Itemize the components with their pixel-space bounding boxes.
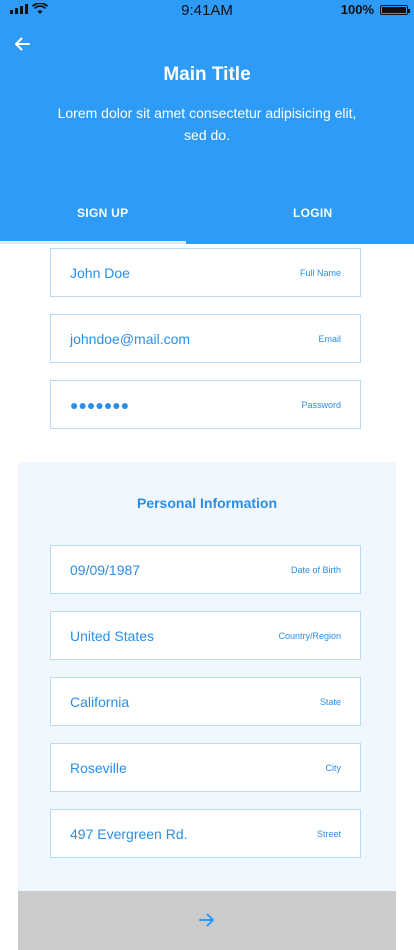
state-field[interactable]: California State — [50, 677, 361, 726]
email-value: johndoe@mail.com — [70, 331, 191, 347]
page-title: Main Title — [163, 64, 251, 85]
street-value: 497 Evergreen Rd. — [70, 826, 188, 842]
full-name-label: Full Name — [299, 268, 341, 278]
submit-button[interactable] — [18, 891, 396, 950]
password-field[interactable]: ●●●●●●● Password — [50, 380, 361, 429]
country-region-field[interactable]: United States Country/Region — [50, 611, 361, 660]
city-label: City — [325, 763, 342, 773]
street-label: Street — [316, 829, 341, 839]
arrow-right-icon — [199, 913, 214, 927]
password-label: Password — [301, 400, 341, 410]
personal-info-title: Personal Information — [136, 495, 278, 511]
country-region-label: Country/Region — [278, 631, 341, 641]
header: 9:41AM 100% Main Title Lorem dolor sit a… — [0, 0, 414, 244]
full-name-value: John Doe — [70, 265, 130, 281]
full-name-field[interactable]: John Doe Full Name — [50, 248, 361, 297]
date-of-birth-field[interactable]: 09/09/1987 Date of Birth — [50, 545, 361, 594]
city-field[interactable]: Roseville City — [50, 743, 361, 792]
password-value: ●●●●●●● — [70, 397, 130, 413]
date-of-birth-value: 09/09/1987 — [70, 562, 141, 578]
battery-percent: 100% — [340, 2, 374, 17]
country-region-value: United States — [70, 628, 155, 644]
tab-sign-up[interactable]: SIGN UP — [77, 206, 128, 220]
status-right: 100% — [340, 2, 410, 17]
battery-icon — [380, 4, 410, 15]
page-subtitle: Lorem dolor sit amet consectetur adipisi… — [57, 105, 357, 143]
street-field[interactable]: 497 Evergreen Rd. Street — [50, 809, 361, 858]
tab-active-indicator — [0, 241, 186, 244]
city-value: Roseville — [70, 760, 127, 776]
email-label: Email — [318, 334, 341, 344]
back-arrow-icon[interactable] — [12, 34, 32, 54]
state-label: State — [319, 697, 341, 707]
tab-login[interactable]: LOGIN — [293, 206, 333, 220]
status-bar: 9:41AM 100% — [0, 0, 414, 20]
date-of-birth-label: Date of Birth — [290, 565, 341, 575]
state-value: California — [70, 694, 130, 710]
email-field[interactable]: johndoe@mail.com Email — [50, 314, 361, 363]
